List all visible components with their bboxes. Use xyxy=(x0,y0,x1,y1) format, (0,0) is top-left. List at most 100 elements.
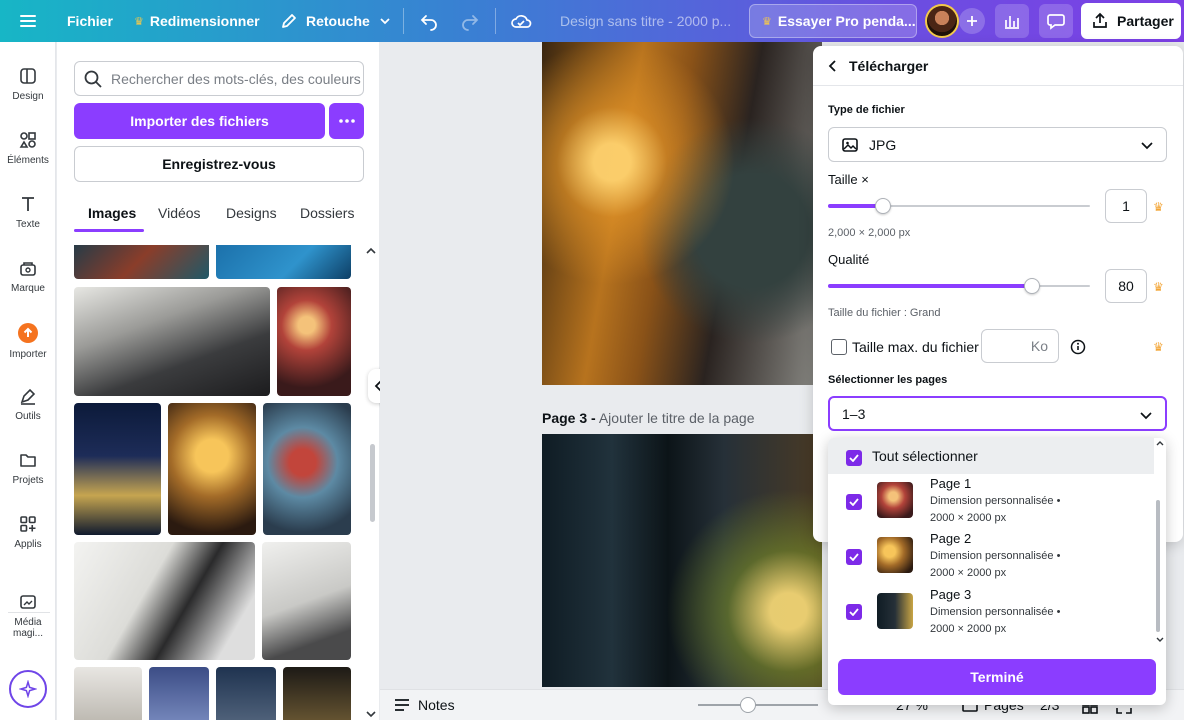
slider-knob[interactable] xyxy=(875,198,891,214)
rail-item-magic-media[interactable]: Média magi... xyxy=(0,592,56,639)
register-button[interactable]: Enregistrez-vous xyxy=(74,146,364,182)
share-button[interactable]: Partager xyxy=(1081,3,1181,39)
undo-icon[interactable] xyxy=(419,0,439,42)
done-button[interactable]: Terminé xyxy=(838,659,1156,695)
insights-button[interactable] xyxy=(995,4,1029,38)
image-thumbnail[interactable] xyxy=(216,667,276,720)
redo-icon[interactable] xyxy=(460,0,480,42)
resize-button[interactable]: ♛ Redimensionner xyxy=(134,0,260,42)
max-size-checkbox[interactable] xyxy=(831,339,847,355)
import-files-button[interactable]: Importer des fichiers xyxy=(74,103,325,139)
file-menu[interactable]: Fichier xyxy=(67,0,113,42)
pages-value: 1–3 xyxy=(842,405,866,422)
image-thumbnail[interactable] xyxy=(74,245,209,279)
image-thumbnail[interactable] xyxy=(277,287,351,396)
page-name: Page 3 xyxy=(930,587,972,602)
page-3-title-input[interactable]: Ajouter le titre de la page xyxy=(599,410,755,426)
image-thumbnail[interactable] xyxy=(216,245,351,279)
page-thumbnail xyxy=(877,482,913,518)
tab-designs[interactable]: Designs xyxy=(226,205,277,221)
rail-item-text[interactable]: Texte xyxy=(0,194,56,230)
pencil-icon xyxy=(282,14,296,28)
page-option[interactable]: Page 2 Dimension personnalisée • 2000 × … xyxy=(828,531,1154,587)
scroll-down-icon[interactable] xyxy=(366,710,376,718)
cloud-sync-icon[interactable] xyxy=(510,0,532,42)
tab-folders[interactable]: Dossiers xyxy=(300,205,354,221)
tab-videos[interactable]: Vidéos xyxy=(158,205,201,221)
page-3-image[interactable] xyxy=(542,434,822,687)
page-checkbox[interactable] xyxy=(846,494,862,510)
image-thumbnail[interactable] xyxy=(149,667,209,720)
check-icon xyxy=(849,608,859,616)
quality-slider[interactable] xyxy=(828,278,1090,294)
size-slider[interactable] xyxy=(828,198,1090,214)
dialog-title: Télécharger xyxy=(849,57,929,74)
scroll-up-icon[interactable] xyxy=(1156,440,1164,446)
more-options-button[interactable] xyxy=(329,103,364,139)
image-thumbnail[interactable] xyxy=(283,667,351,720)
plus-icon xyxy=(967,16,977,26)
check-icon xyxy=(849,498,859,506)
left-rail: Design Éléments Texte Marque Importer Ou… xyxy=(0,42,56,720)
image-thumbnail[interactable] xyxy=(74,287,270,396)
image-thumbnail[interactable] xyxy=(262,542,351,660)
rail-label: Projets xyxy=(12,475,44,486)
rail-item-design[interactable]: Design xyxy=(0,66,56,102)
add-collaborator-button[interactable] xyxy=(959,8,985,34)
image-thumbnail[interactable] xyxy=(74,667,142,720)
max-size-input[interactable]: Ko xyxy=(981,329,1059,363)
page-option[interactable]: Page 1 Dimension personnalisée • 2000 × … xyxy=(828,476,1154,532)
magic-assistant-button[interactable] xyxy=(9,670,47,708)
select-all-option[interactable]: Tout sélectionner xyxy=(828,438,1154,474)
scroll-down-icon[interactable] xyxy=(1156,637,1164,643)
file-type-select[interactable]: JPG xyxy=(828,127,1167,162)
page-checkbox[interactable] xyxy=(846,549,862,565)
slider-knob[interactable] xyxy=(1024,278,1040,294)
quality-input[interactable]: 80 xyxy=(1105,269,1147,303)
try-pro-button[interactable]: ♛ Essayer Pro penda... xyxy=(749,4,917,38)
image-thumbnail[interactable] xyxy=(74,403,161,535)
notes-button[interactable]: Notes xyxy=(393,697,455,713)
page-checkbox[interactable] xyxy=(846,604,862,620)
page-thumbnail xyxy=(877,593,913,629)
comments-button[interactable] xyxy=(1039,4,1073,38)
zoom-slider-knob[interactable] xyxy=(740,697,756,713)
rail-item-apps[interactable]: Applis xyxy=(0,514,56,550)
rail-item-brand[interactable]: Marque xyxy=(0,258,56,294)
zoom-slider[interactable] xyxy=(698,704,818,706)
scroll-up-icon[interactable] xyxy=(366,247,376,255)
rail-item-projects[interactable]: Projets xyxy=(0,450,56,486)
panel-scrollbar[interactable] xyxy=(370,444,375,522)
rail-label: Éléments xyxy=(7,155,49,166)
image-thumbnail[interactable] xyxy=(263,403,351,535)
active-tab-indicator xyxy=(74,229,144,232)
dropdown-scrollbar[interactable] xyxy=(1156,500,1160,632)
rail-label: Marque xyxy=(11,283,45,294)
notes-icon xyxy=(395,699,409,711)
tab-images[interactable]: Images xyxy=(88,205,136,221)
back-arrow-icon[interactable] xyxy=(827,59,839,73)
image-thumbnail[interactable] xyxy=(74,542,255,660)
search-input[interactable]: Rechercher des mots-clés, des couleurs xyxy=(74,61,364,96)
resize-label: Redimensionner xyxy=(149,13,260,29)
page-option[interactable]: Page 3 Dimension personnalisée • 2000 × … xyxy=(828,587,1154,643)
dialog-header: Télécharger xyxy=(813,46,1183,86)
page-2-image[interactable] xyxy=(542,42,822,385)
info-icon[interactable] xyxy=(1070,339,1086,355)
image-thumbnail[interactable] xyxy=(168,403,256,535)
dimensions-text: 2,000 × 2,000 px xyxy=(828,227,911,239)
check-icon xyxy=(849,454,859,462)
design-title[interactable]: Design sans titre - 2000 p... xyxy=(560,0,731,42)
rail-item-elements[interactable]: Éléments xyxy=(0,130,56,166)
select-all-checkbox[interactable] xyxy=(846,450,862,466)
pages-select[interactable]: 1–3 xyxy=(828,396,1167,431)
menu-icon[interactable] xyxy=(18,0,38,42)
rail-item-import[interactable]: Importer xyxy=(0,322,56,360)
apps-icon xyxy=(20,516,36,532)
search-icon xyxy=(84,70,102,88)
size-input[interactable]: 1 xyxy=(1105,189,1147,223)
retouch-menu[interactable]: Retouche xyxy=(280,0,392,42)
more-icon xyxy=(338,119,355,123)
avatar[interactable] xyxy=(925,4,959,38)
rail-item-tools[interactable]: Outils xyxy=(0,386,56,422)
